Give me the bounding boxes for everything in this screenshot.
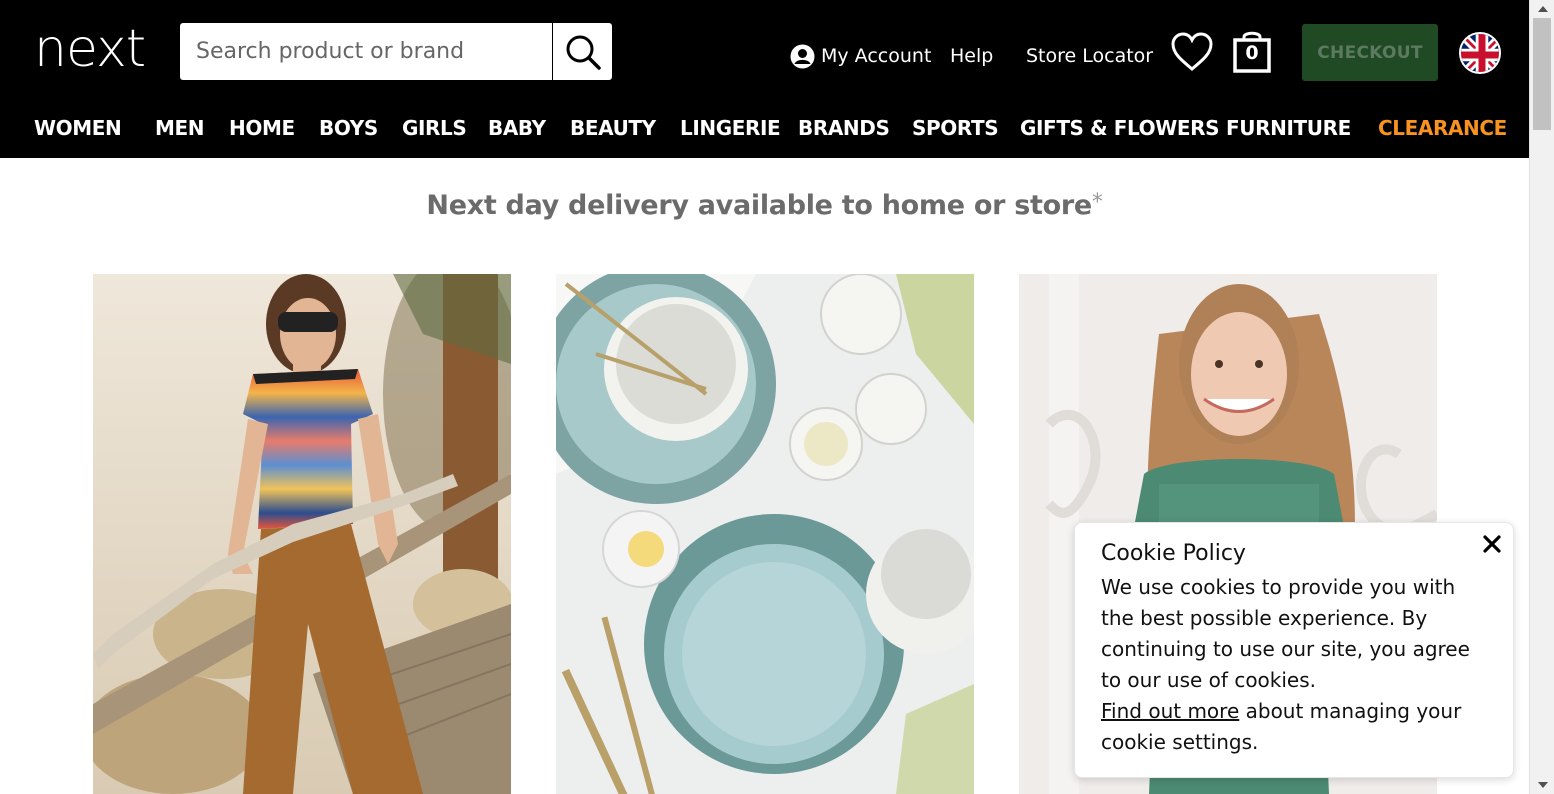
nav-item-clearance[interactable]: CLEARANCE	[1378, 116, 1507, 140]
svg-text:next: next	[34, 28, 145, 76]
delivery-banner: Next day delivery available to home or s…	[0, 190, 1529, 221]
nav-item-boys[interactable]: BOYS	[319, 116, 378, 140]
site-header: next My Account Help Store Locator 0 CHE…	[0, 0, 1529, 158]
delivery-text: Next day delivery available to home or s…	[426, 190, 1092, 221]
search-button[interactable]	[552, 23, 612, 80]
store-locator-link[interactable]: Store Locator	[1026, 42, 1153, 70]
help-link[interactable]: Help	[950, 42, 993, 70]
next-logo[interactable]: next	[34, 28, 166, 76]
nav-item-brands[interactable]: BRANDS	[798, 116, 890, 140]
my-account-link[interactable]: My Account	[790, 42, 931, 70]
search-icon	[566, 35, 601, 70]
scroll-up-arrow-icon[interactable]	[1530, 0, 1554, 18]
uk-flag-icon[interactable]	[1459, 32, 1501, 74]
main-navigation: WOMEN MEN HOME BOYS GIRLS BABY BEAUTY LI…	[0, 106, 1529, 154]
nav-item-men[interactable]: MEN	[155, 116, 205, 140]
vertical-scrollbar[interactable]	[1529, 0, 1554, 794]
cookie-body: We use cookies to provide you with the b…	[1101, 572, 1487, 758]
delivery-asterisk: *	[1091, 190, 1103, 215]
bag-count: 0	[1245, 42, 1259, 64]
scrollbar-thumb[interactable]	[1533, 18, 1551, 130]
my-account-label: My Account	[821, 45, 932, 67]
close-icon[interactable]	[1481, 533, 1503, 555]
nav-item-baby[interactable]: BABY	[488, 116, 546, 140]
search-input[interactable]	[180, 23, 552, 80]
nav-item-gifts-flowers[interactable]: GIFTS & FLOWERS	[1020, 116, 1220, 140]
cookie-title: Cookie Policy	[1101, 541, 1246, 566]
favourites-heart-icon[interactable]	[1170, 31, 1214, 73]
nav-item-lingerie[interactable]: LINGERIE	[680, 116, 781, 140]
find-out-more-link[interactable]: Find out more	[1101, 699, 1239, 723]
nav-item-furniture[interactable]: FURNITURE	[1226, 116, 1351, 140]
nav-item-sports[interactable]: SPORTS	[912, 116, 999, 140]
cookie-policy-banner: Cookie Policy We use cookies to provide …	[1074, 522, 1514, 778]
search-bar	[180, 23, 612, 80]
checkout-button[interactable]: CHECKOUT	[1302, 24, 1438, 81]
nav-item-beauty[interactable]: BEAUTY	[570, 116, 656, 140]
user-icon	[790, 44, 815, 68]
nav-item-women[interactable]: WOMEN	[34, 116, 122, 140]
cookie-body-text: We use cookies to provide you with the b…	[1101, 575, 1470, 692]
home-promo-image[interactable]	[556, 274, 974, 794]
women-promo-image[interactable]	[93, 274, 511, 794]
nav-item-home[interactable]: HOME	[229, 116, 295, 140]
nav-item-girls[interactable]: GIRLS	[402, 116, 467, 140]
shopping-bag-button[interactable]: 0	[1232, 30, 1272, 74]
scroll-down-arrow-icon[interactable]	[1530, 776, 1554, 794]
